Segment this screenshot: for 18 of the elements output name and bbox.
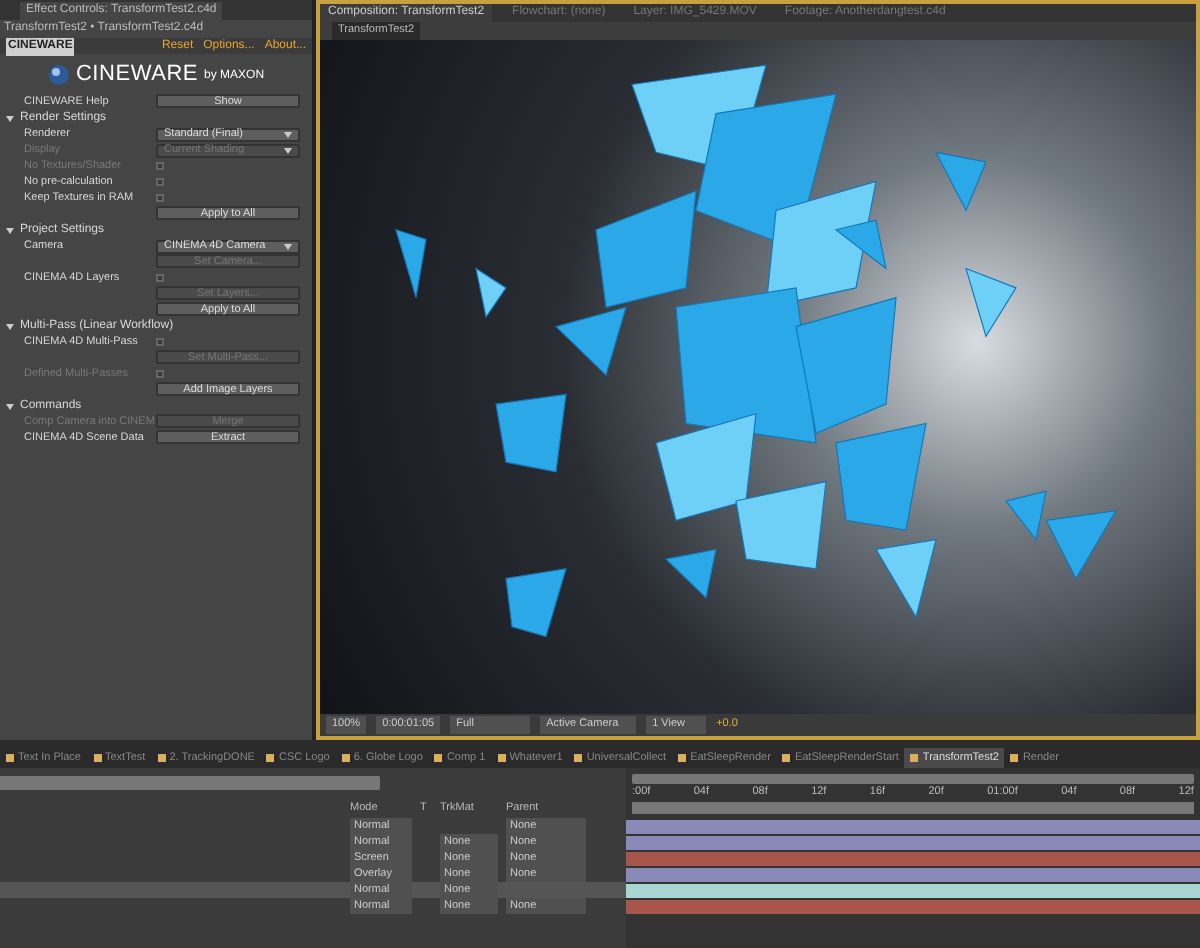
caret-icon xyxy=(284,147,292,153)
checkbox[interactable] xyxy=(156,194,164,202)
disclosure-triangle-icon[interactable] xyxy=(6,226,14,234)
checkbox[interactable] xyxy=(156,274,164,282)
sphere-logo-icon xyxy=(47,63,70,85)
checkbox[interactable] xyxy=(156,338,164,346)
disclosure-triangle-icon[interactable] xyxy=(6,402,14,410)
layer-duration-bar[interactable] xyxy=(626,835,1200,849)
layer-duration-bar[interactable] xyxy=(626,883,1200,897)
search-field[interactable] xyxy=(0,776,380,790)
disclosure-triangle-icon[interactable] xyxy=(6,322,14,330)
layer-duration-bar[interactable] xyxy=(626,867,1200,881)
caret-icon xyxy=(284,243,292,249)
checkbox[interactable] xyxy=(156,178,164,186)
disclosure-triangle-icon[interactable] xyxy=(6,114,14,122)
layer-duration-bar[interactable] xyxy=(626,819,1200,833)
caret-icon xyxy=(284,131,292,137)
logo-text: CINEWARE xyxy=(75,59,199,90)
